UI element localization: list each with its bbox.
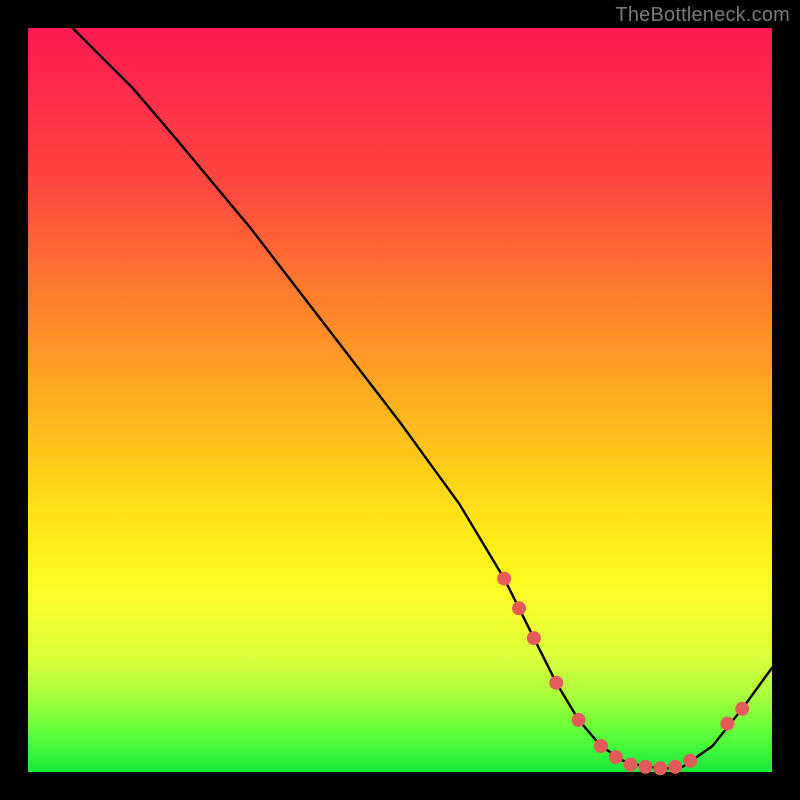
marker-dot <box>720 717 734 731</box>
watermark-text: TheBottleneck.com <box>615 4 790 27</box>
marker-dot <box>594 739 608 753</box>
marker-dot <box>512 601 526 615</box>
marker-dot <box>527 631 541 645</box>
curve-svg <box>28 28 772 772</box>
chart-frame: TheBottleneck.com <box>0 0 800 800</box>
marker-dot <box>609 750 623 764</box>
marker-dot <box>549 676 563 690</box>
marker-dot <box>668 760 682 774</box>
marker-dot <box>683 754 697 768</box>
marker-dot <box>624 758 638 772</box>
marker-dot <box>735 702 749 716</box>
marker-group <box>497 572 749 776</box>
bottleneck-curve <box>73 28 772 768</box>
marker-dot <box>639 760 653 774</box>
plot-area <box>28 28 772 772</box>
marker-dot <box>653 761 667 775</box>
marker-dot <box>572 713 586 727</box>
marker-dot <box>497 572 511 586</box>
